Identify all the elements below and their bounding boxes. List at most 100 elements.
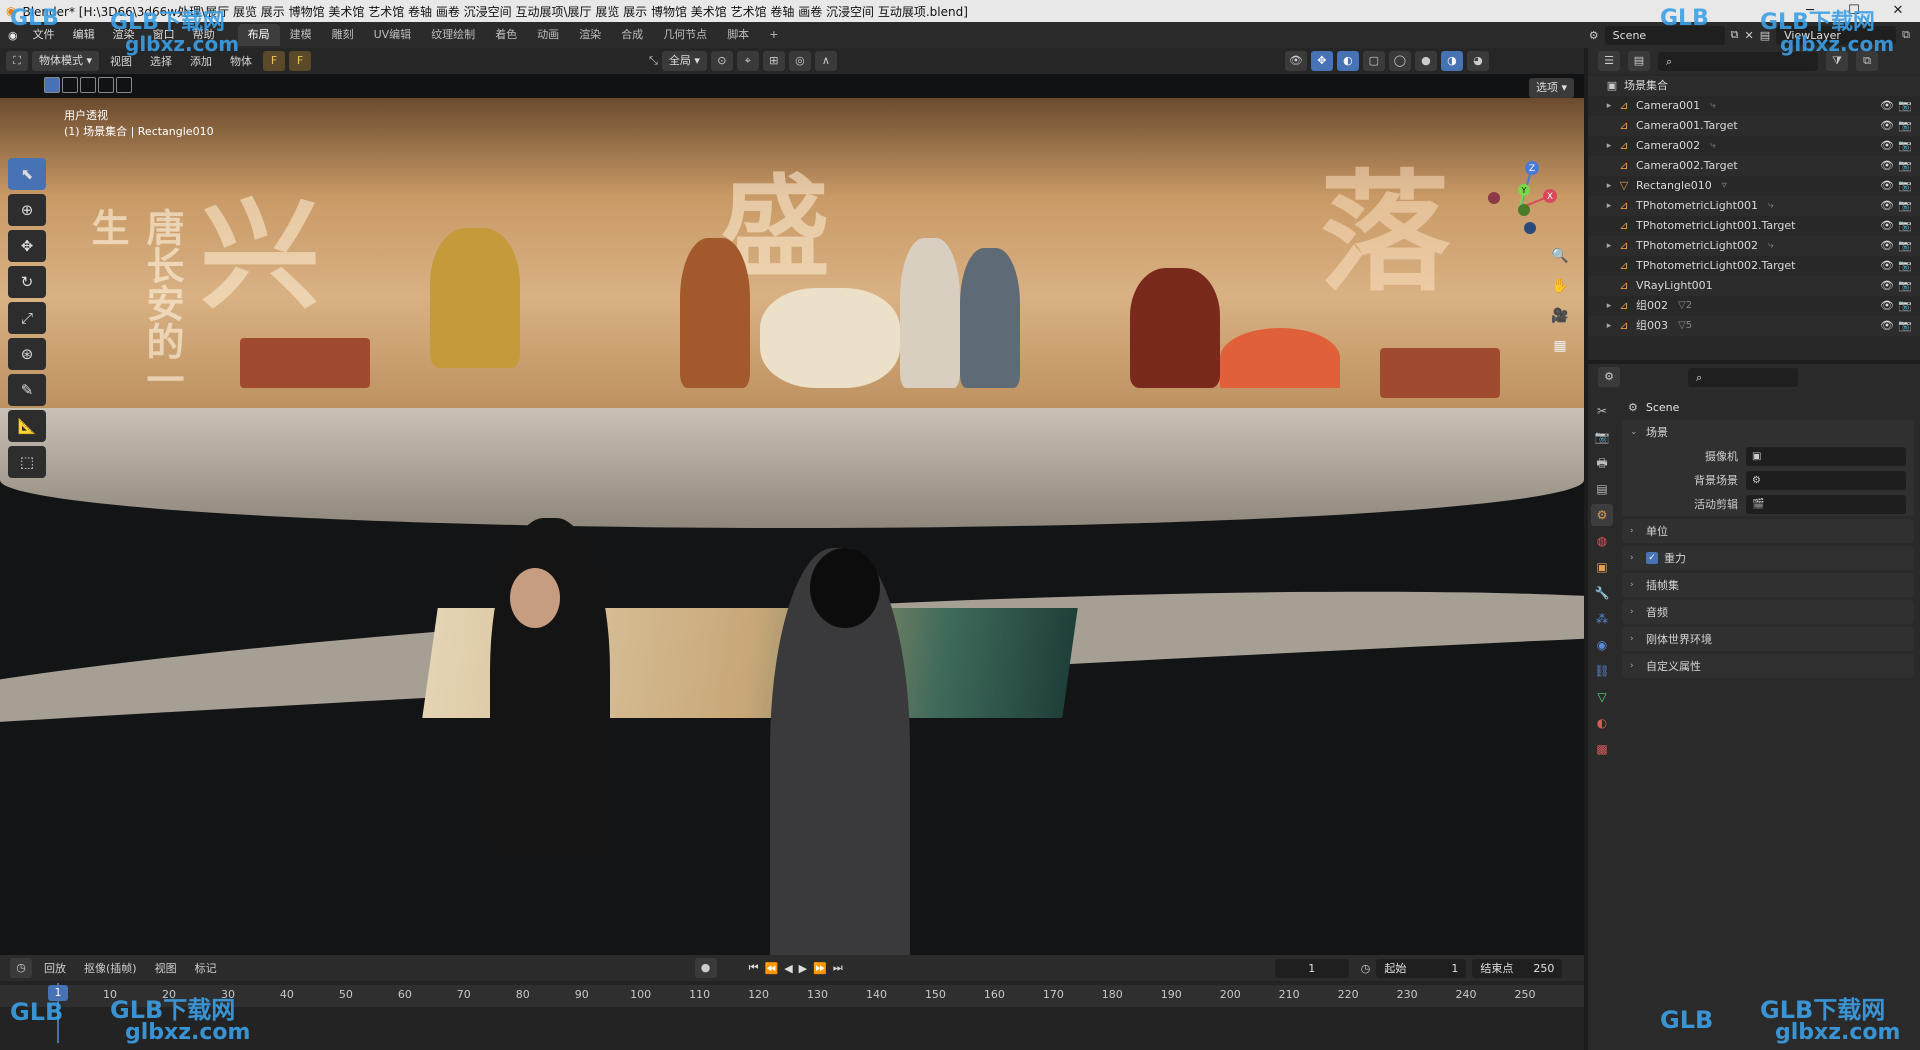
view-layer-tab-icon[interactable]: ▤ bbox=[1591, 478, 1613, 500]
tab-texture-paint[interactable]: 纹理绘制 bbox=[421, 24, 485, 46]
tab-scripting[interactable]: 脚本 bbox=[717, 24, 759, 46]
world-tab-icon[interactable]: ◍ bbox=[1591, 530, 1613, 552]
transform-orientation-selector[interactable]: 全局 ▾ bbox=[661, 51, 707, 71]
shading-material-icon[interactable]: ◑ bbox=[1440, 51, 1463, 71]
proportional-edit-icon[interactable]: ◎ bbox=[788, 51, 811, 71]
options-button[interactable]: 选项 ▾ bbox=[1528, 78, 1574, 98]
select-intersect-icon[interactable] bbox=[116, 77, 132, 93]
render-camera-icon[interactable]: 📷 bbox=[1898, 216, 1912, 236]
select-new-icon[interactable] bbox=[44, 77, 60, 93]
render-tab-icon[interactable]: 📷 bbox=[1591, 426, 1613, 448]
render-camera-icon[interactable]: 📷 bbox=[1898, 256, 1912, 276]
prev-keyframe-icon[interactable]: ⏪ bbox=[765, 962, 779, 975]
render-camera-icon[interactable]: 📷 bbox=[1898, 116, 1912, 136]
editor-type-icon[interactable]: ⛶ bbox=[6, 51, 28, 71]
gizmo-neg-x-icon[interactable] bbox=[1488, 192, 1500, 204]
render-camera-icon[interactable]: 📷 bbox=[1898, 296, 1912, 316]
pivot-point-icon[interactable]: ⊙ bbox=[710, 51, 733, 71]
render-camera-icon[interactable]: 📷 bbox=[1898, 96, 1912, 116]
rigid-body-world-panel[interactable]: › 刚体世界环境 bbox=[1622, 627, 1914, 651]
jump-start-icon[interactable]: ⏮ bbox=[749, 961, 759, 975]
start-frame-field[interactable]: 起始 1 bbox=[1376, 958, 1467, 978]
snap-icon[interactable]: ⌖ bbox=[736, 51, 759, 71]
select-invert-icon[interactable] bbox=[98, 77, 114, 93]
ortho-grid-icon[interactable]: ▦ bbox=[1548, 334, 1572, 358]
overlay-toggle-icon[interactable]: ◐ bbox=[1336, 51, 1359, 71]
tab-shading[interactable]: 着色 bbox=[485, 24, 527, 46]
scene-panel-header[interactable]: ⌄ 场景 bbox=[1622, 420, 1914, 444]
eye-icon[interactable]: 👁 bbox=[1880, 296, 1894, 316]
active-clip-field[interactable]: 🎬 bbox=[1746, 494, 1906, 514]
timeline-editor-icon[interactable]: ◷ bbox=[10, 958, 32, 978]
eye-icon[interactable]: 👁 bbox=[1880, 216, 1894, 236]
add-cube-icon[interactable]: ⬚ bbox=[8, 446, 46, 478]
timeline-menu-keying[interactable]: 抠像(插帧) bbox=[78, 960, 143, 976]
add-workspace-icon[interactable]: + bbox=[759, 24, 788, 46]
3d-viewport[interactable]: 兴 盛 落 唐长安的一生 ⛶ 物体模式 ▾ 视图 选择 添加 物体 F F ⤡ … bbox=[0, 48, 1584, 955]
current-frame-field[interactable]: 1 bbox=[1274, 958, 1349, 978]
delete-scene-icon[interactable]: ✕ bbox=[1745, 29, 1754, 42]
eye-icon[interactable]: 👁 bbox=[1880, 276, 1894, 296]
camera-field[interactable]: ▣ bbox=[1746, 446, 1906, 466]
zoom-icon[interactable]: 🔍 bbox=[1548, 244, 1572, 268]
render-camera-icon[interactable]: 📷 bbox=[1898, 276, 1912, 296]
navigation-gizmo[interactable]: Z X Y bbox=[1480, 158, 1560, 238]
texture-tab-icon[interactable]: ▩ bbox=[1591, 738, 1613, 760]
eye-icon[interactable]: 👁 bbox=[1880, 116, 1894, 136]
timeline-menu-playback[interactable]: 回放 bbox=[38, 960, 72, 976]
menu-edit[interactable]: 编辑 bbox=[64, 22, 104, 48]
display-mode-icon[interactable]: ▤ bbox=[1628, 51, 1650, 71]
audio-panel[interactable]: › 音频 bbox=[1622, 600, 1914, 624]
constraints-tab-icon[interactable]: ⛓ bbox=[1591, 660, 1613, 682]
custom-properties-panel[interactable]: › 自定义属性 bbox=[1622, 654, 1914, 678]
properties-search-input[interactable]: ⌕ bbox=[1688, 367, 1798, 387]
close-button[interactable]: ✕ bbox=[1876, 0, 1920, 22]
gizmo-neg-y-icon[interactable] bbox=[1518, 204, 1530, 216]
new-scene-icon[interactable]: ⧉ bbox=[1731, 28, 1739, 42]
render-camera-icon[interactable]: 📷 bbox=[1898, 136, 1912, 156]
eye-icon[interactable]: 👁 bbox=[1880, 236, 1894, 256]
scene-selector-icon[interactable]: ⚙ bbox=[1589, 29, 1599, 42]
outliner-item[interactable]: ⊿ VRayLight001 👁 📷 bbox=[1588, 276, 1920, 296]
eye-icon[interactable]: 👁 bbox=[1880, 176, 1894, 196]
new-view-layer-icon[interactable]: ⧉ bbox=[1902, 28, 1910, 42]
render-camera-icon[interactable]: 📷 bbox=[1898, 156, 1912, 176]
fbx-import-icon[interactable]: F bbox=[263, 51, 286, 71]
rotate-icon[interactable]: ↻ bbox=[8, 266, 46, 298]
shading-rendered-icon[interactable]: ◕ bbox=[1466, 51, 1489, 71]
select-subtract-icon[interactable] bbox=[80, 77, 96, 93]
tab-animation[interactable]: 动画 bbox=[527, 24, 569, 46]
expand-arrow-icon[interactable]: ▸ bbox=[1602, 176, 1616, 196]
eye-icon[interactable]: 👁 bbox=[1880, 256, 1894, 276]
eye-icon[interactable]: 👁 bbox=[1880, 316, 1894, 336]
select-box-icon[interactable]: ⬉ bbox=[8, 158, 46, 190]
mode-selector[interactable]: 物体模式 ▾ bbox=[32, 51, 100, 71]
outliner-item[interactable]: ▸ ⊿ TPhotometricLight002 ⤷ 👁 📷 bbox=[1588, 236, 1920, 256]
timeline-ruler[interactable]: 1102030405060708090100110120130140150160… bbox=[0, 985, 1584, 1007]
preview-range-icon[interactable]: ◷ bbox=[1361, 962, 1371, 975]
record-icon[interactable]: ● bbox=[694, 958, 717, 978]
transform-icon[interactable]: ⊛ bbox=[8, 338, 46, 370]
tab-geometry-nodes[interactable]: 几何节点 bbox=[653, 24, 717, 46]
annotate-icon[interactable]: ✎ bbox=[8, 374, 46, 406]
tab-rendering[interactable]: 渲染 bbox=[569, 24, 611, 46]
visibility-icon[interactable]: 👁 bbox=[1284, 51, 1307, 71]
physics-tab-icon[interactable]: ◉ bbox=[1591, 634, 1613, 656]
expand-arrow-icon[interactable]: ▸ bbox=[1602, 316, 1616, 336]
expand-arrow-icon[interactable]: ▸ bbox=[1602, 136, 1616, 156]
tab-uv-editing[interactable]: UV编辑 bbox=[364, 24, 422, 46]
outliner-item[interactable]: ▸ ⊿ TPhotometricLight001 ⤷ 👁 📷 bbox=[1588, 196, 1920, 216]
next-keyframe-icon[interactable]: ⏩ bbox=[813, 962, 827, 975]
outliner-item[interactable]: ⊿ TPhotometricLight002.Target 👁 📷 bbox=[1588, 256, 1920, 276]
gravity-checkbox[interactable]: ✓ bbox=[1646, 552, 1658, 564]
shading-wireframe-icon[interactable]: ◯ bbox=[1388, 51, 1411, 71]
expand-arrow-icon[interactable]: ▸ bbox=[1602, 236, 1616, 256]
outliner-item[interactable]: ⊿ TPhotometricLight001.Target 👁 📷 bbox=[1588, 216, 1920, 236]
fbx-export-icon[interactable]: F bbox=[289, 51, 312, 71]
tab-compositing[interactable]: 合成 bbox=[611, 24, 653, 46]
cursor-icon[interactable]: ⊕ bbox=[8, 194, 46, 226]
jump-end-icon[interactable]: ⏭ bbox=[833, 961, 843, 975]
expand-arrow-icon[interactable]: ▸ bbox=[1602, 196, 1616, 216]
snap-target-icon[interactable]: ⊞ bbox=[762, 51, 785, 71]
pan-hand-icon[interactable]: ✋ bbox=[1548, 274, 1572, 298]
